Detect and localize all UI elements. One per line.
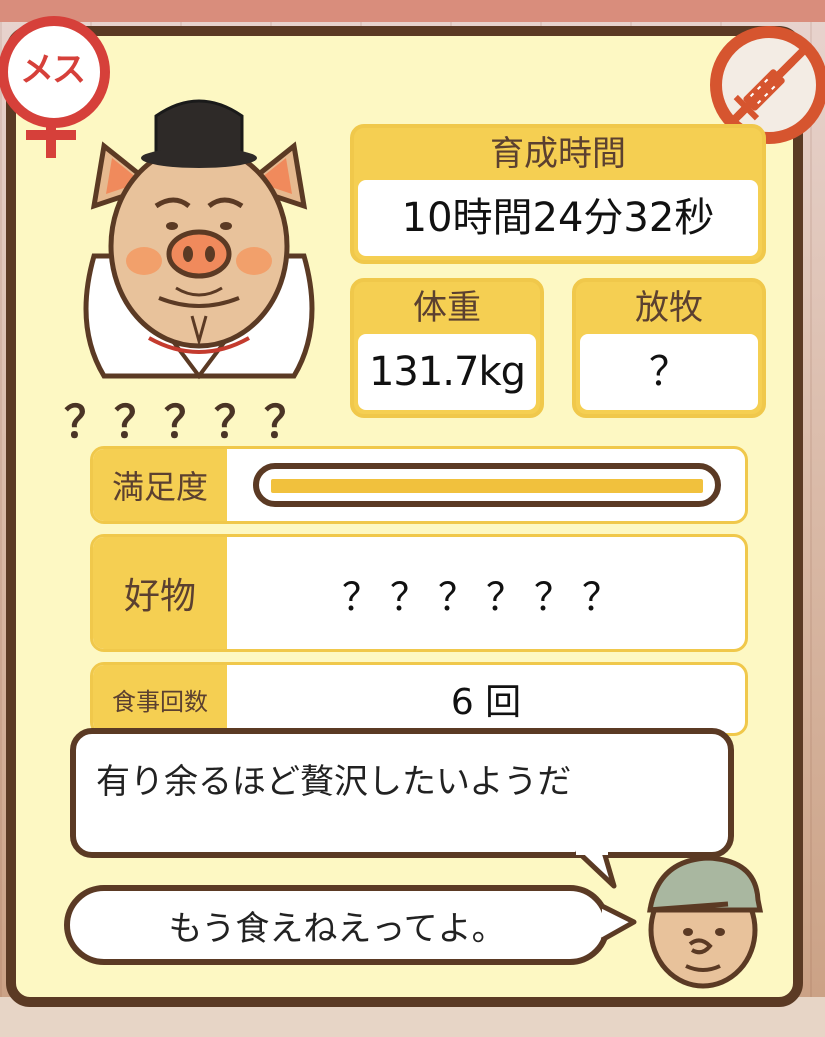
weight-value: 131.7kg xyxy=(358,334,536,410)
meal-count-value: 6 回 xyxy=(450,682,522,723)
favorite-food-label: 好物 xyxy=(93,537,227,649)
satisfaction-label: 満足度 xyxy=(93,449,227,521)
pasture-label: 放牧 xyxy=(635,288,703,328)
farmer-speech-bubble: もう食えねえってよ。 xyxy=(64,885,610,965)
satisfaction-bar-fill xyxy=(271,479,703,493)
thought-bubble-tail xyxy=(575,850,617,889)
growth-time-value: 10時間24分32秒 xyxy=(358,180,758,256)
pasture-box: 放牧 ？ xyxy=(572,278,766,418)
weight-label: 体重 xyxy=(413,288,481,328)
farmer-speech-text: もう食えねえってよ。 xyxy=(168,908,506,949)
background-strip-top xyxy=(0,0,825,22)
farmer-face-icon xyxy=(647,855,764,989)
growth-time-label: 育成時間 xyxy=(490,134,626,174)
pig-thought-text: 有り余るほど贅沢したいようだ xyxy=(96,762,572,802)
pig-thought-bubble: 有り余るほど贅沢したいようだ xyxy=(70,728,734,858)
satisfaction-bar xyxy=(253,463,721,507)
favorite-food-value: ？？？？？？ xyxy=(341,574,630,619)
meal-count-label: 食事回数 xyxy=(93,665,227,733)
pasture-value: ？ xyxy=(580,334,758,410)
satisfaction-row: 満足度 xyxy=(90,446,748,524)
favorite-food-row: 好物 ？？？？？？ xyxy=(90,534,748,652)
growth-time-box: 育成時間 10時間24分32秒 xyxy=(350,124,766,264)
pig-name: ？？？？？ xyxy=(64,397,314,448)
pig-portrait xyxy=(83,99,315,380)
weight-box: 体重 131.7kg xyxy=(350,278,544,418)
meal-count-row: 食事回数 6 回 xyxy=(90,662,748,736)
syringe-icon xyxy=(729,45,809,125)
